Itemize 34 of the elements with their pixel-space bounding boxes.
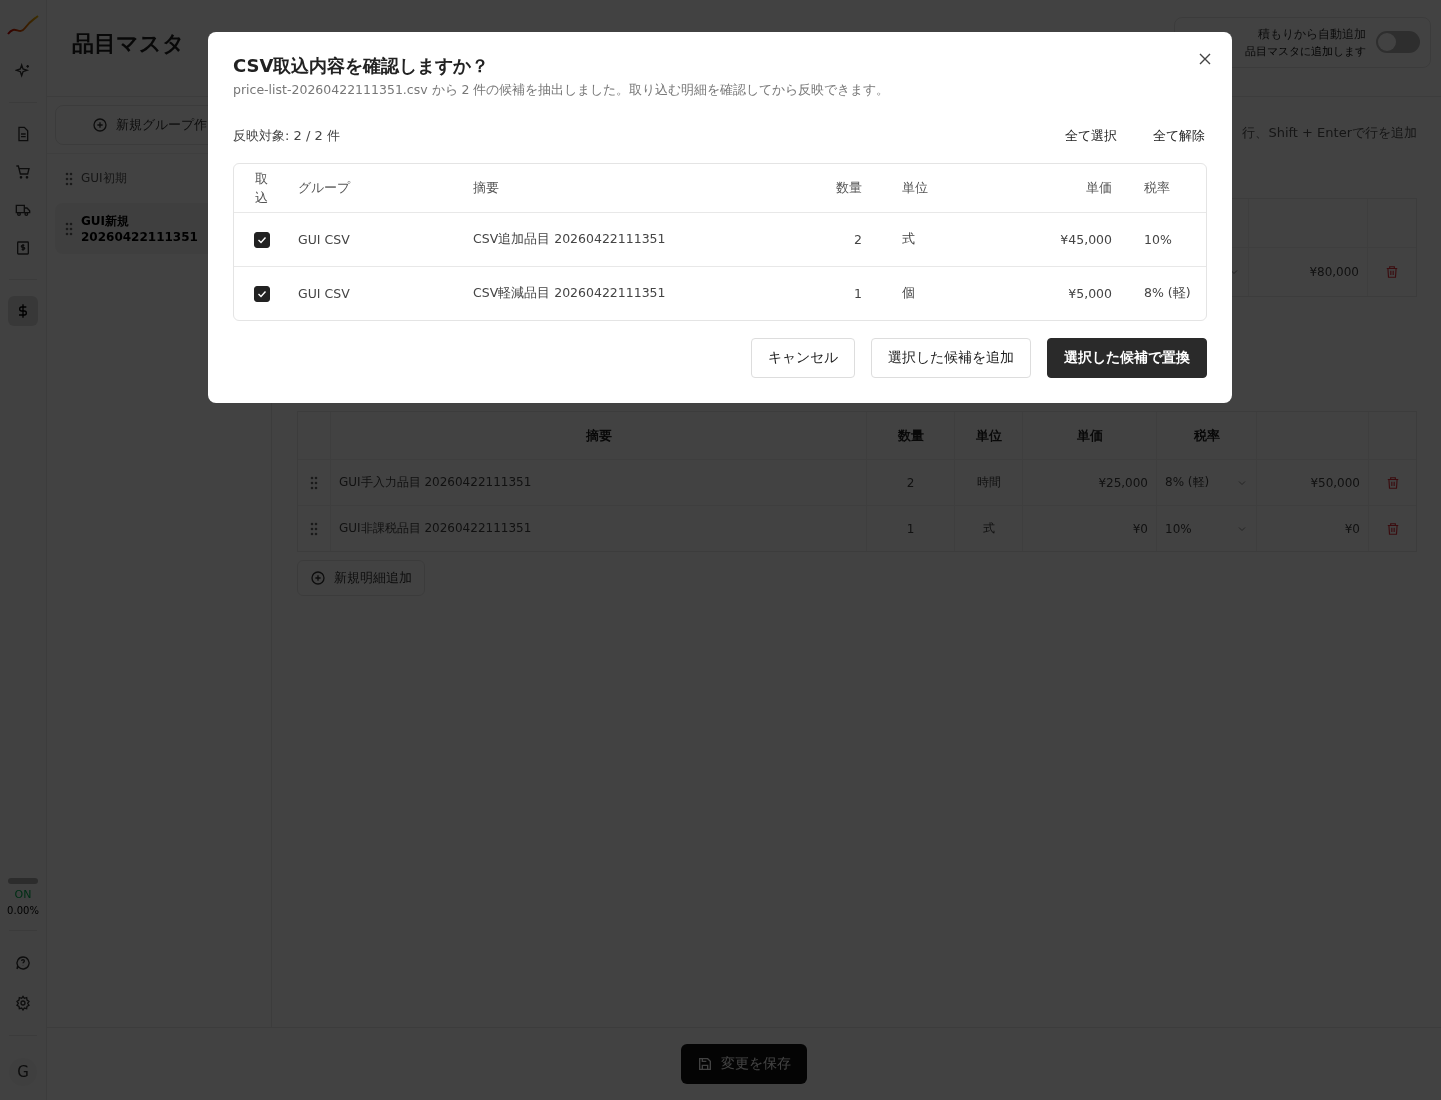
import-checkbox[interactable] xyxy=(254,285,270,302)
status-label: ON xyxy=(14,888,32,901)
checkmark-icon xyxy=(257,288,267,299)
deselect-all-button[interactable]: 全て解除 xyxy=(1139,121,1219,151)
dialog-button[interactable]: 選択した候補を追加 xyxy=(871,338,1031,378)
dialog-title: CSV取込内容を確認しますか？ xyxy=(233,54,491,78)
column-header: 取込 xyxy=(255,169,269,207)
description-cell: CSV追加品目 20260422111351 xyxy=(473,231,666,248)
quantity-cell: 1 xyxy=(854,286,862,301)
tax-rate-cell: 8% (軽) xyxy=(1144,285,1191,302)
page-title: 品目マスタ xyxy=(72,30,185,58)
unit-price-cell: ¥5,000 xyxy=(1068,286,1112,301)
unit-cell: 式 xyxy=(902,231,915,248)
usage-reading: 0.00% xyxy=(7,905,39,916)
dialog-button[interactable]: キャンセル xyxy=(751,338,855,378)
column-header: 税率 xyxy=(1144,179,1170,197)
group-cell: GUI CSV xyxy=(298,286,350,301)
selection-count: 反映対象: 2 / 2 件 xyxy=(233,127,340,145)
replace-button[interactable]: 選択した候補で置換 xyxy=(1047,338,1207,378)
column-header: 単位 xyxy=(902,179,928,197)
checkmark-icon xyxy=(257,234,267,245)
select-all-button[interactable]: 全て選択 xyxy=(1051,121,1131,151)
group-cell: GUI CSV xyxy=(298,232,350,247)
tax-rate-cell: 10% xyxy=(1144,232,1172,247)
unit-price-cell: ¥45,000 xyxy=(1060,232,1112,247)
column-header: 単価 xyxy=(1086,179,1112,197)
quantity-cell: 2 xyxy=(854,232,862,247)
column-header: 数量 xyxy=(836,179,862,197)
column-header: グループ xyxy=(298,179,350,197)
dialog-description: price-list-20260422111351.csv から 2 件の候補を抽出しました。取り込む明細を確認してから反映できます。 xyxy=(233,82,891,99)
import-checkbox[interactable] xyxy=(254,231,270,248)
unit-cell: 個 xyxy=(902,285,915,302)
description-cell: CSV軽減品目 20260422111351 xyxy=(473,285,666,302)
column-header: 摘要 xyxy=(473,179,499,197)
